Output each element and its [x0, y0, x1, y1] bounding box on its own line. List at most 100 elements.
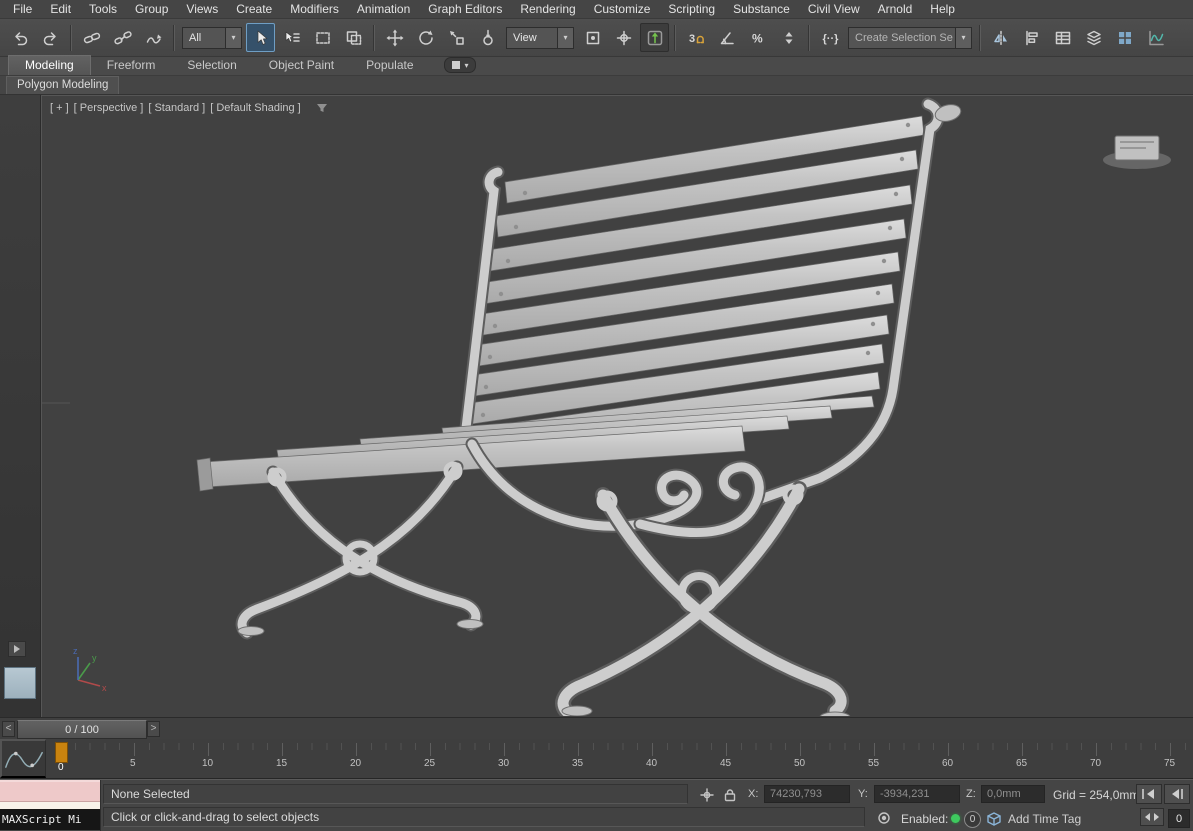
- filter-funnel-icon[interactable]: [316, 103, 328, 113]
- z-coordinate-field[interactable]: 0,0mm: [981, 785, 1045, 803]
- timeline-current-frame-marker[interactable]: [55, 742, 68, 763]
- ruler-tick-label: 5: [130, 758, 136, 769]
- select-and-rotate-button[interactable]: [411, 23, 440, 52]
- bind-to-space-warp-button[interactable]: [139, 23, 168, 52]
- mini-curve-editor-button[interactable]: [0, 739, 46, 778]
- named-selection-set-value: Create Selection Se: [855, 31, 953, 44]
- menu-modifiers[interactable]: Modifiers: [281, 1, 348, 17]
- time-slider-handle[interactable]: 0 / 100: [17, 720, 147, 739]
- menu-views[interactable]: Views: [177, 1, 227, 17]
- previous-frame-button[interactable]: <: [2, 721, 15, 737]
- reference-coordinate-dropdown[interactable]: View ▾: [506, 26, 574, 49]
- left-right-arrows-icon: [1145, 813, 1159, 821]
- menu-tools[interactable]: Tools: [80, 1, 126, 17]
- selection-filter-dropdown[interactable]: All ▾: [182, 26, 242, 49]
- previous-key-button[interactable]: [1164, 784, 1190, 804]
- ribbon-tab-populate[interactable]: Populate: [350, 56, 429, 75]
- time-tag-cube-button[interactable]: [984, 809, 1004, 829]
- x-coordinate-value: 74230,793: [770, 788, 822, 800]
- isolate-selection-button[interactable]: [697, 785, 717, 805]
- bench-3d-model[interactable]: x y z: [42, 96, 1193, 716]
- menu-help[interactable]: Help: [921, 1, 964, 17]
- status-badge-zero[interactable]: 0: [964, 811, 981, 828]
- time-tag-menu-button[interactable]: [874, 808, 894, 828]
- unlink-selection-button[interactable]: [108, 23, 137, 52]
- edit-named-selection-sets-button[interactable]: {··}: [815, 23, 844, 52]
- selection-lock-button[interactable]: [720, 785, 740, 805]
- select-by-name-button[interactable]: [277, 23, 306, 52]
- select-object-button[interactable]: [246, 23, 275, 52]
- angle-snap-button[interactable]: [712, 23, 741, 52]
- subtab-polygon-modeling[interactable]: Polygon Modeling: [6, 76, 120, 94]
- ribbon-tab-modeling[interactable]: Modeling: [8, 55, 91, 75]
- ruler-tick-label: 40: [646, 758, 658, 769]
- mirror-button[interactable]: [986, 23, 1015, 52]
- curve-editor-button[interactable]: [1141, 23, 1170, 52]
- menu-rendering[interactable]: Rendering: [511, 1, 584, 17]
- spinner-snap-button[interactable]: [774, 23, 803, 52]
- menu-graph-editors[interactable]: Graph Editors: [419, 1, 511, 17]
- x-coordinate-field[interactable]: 74230,793: [764, 785, 850, 803]
- scene-logo-object[interactable]: [1103, 135, 1171, 169]
- menu-create[interactable]: Create: [227, 1, 281, 17]
- menu-file[interactable]: File: [4, 1, 41, 17]
- viewport-menu-pov[interactable]: [ Perspective ]: [74, 102, 144, 114]
- material-swatch[interactable]: [4, 667, 36, 699]
- align-button[interactable]: [1017, 23, 1046, 52]
- viewport-menu-shading[interactable]: [ Default Shading ]: [210, 102, 301, 114]
- ribbon-tab-freeform[interactable]: Freeform: [91, 56, 172, 75]
- undo-button[interactable]: [5, 23, 34, 52]
- perspective-viewport[interactable]: [ + ] [ Perspective ] [ Standard ] [ Def…: [41, 95, 1193, 717]
- maxscript-macro-line[interactable]: [0, 780, 100, 802]
- menu-substance[interactable]: Substance: [724, 1, 799, 17]
- select-and-manipulate-button[interactable]: [609, 23, 638, 52]
- ruler-tick-label: 75: [1164, 758, 1176, 769]
- ribbon-tab-object-paint[interactable]: Object Paint: [253, 56, 350, 75]
- svg-text:x: x: [102, 683, 107, 693]
- rectangular-selection-region-button[interactable]: [308, 23, 337, 52]
- ruler-tick-label: 25: [424, 758, 436, 769]
- current-frame-field[interactable]: 0: [1168, 809, 1190, 828]
- snap-toggle-3d-button[interactable]: 3: [681, 23, 710, 52]
- time-slider-track[interactable]: < 0 / 100 >: [0, 717, 1193, 739]
- redo-button[interactable]: [36, 23, 65, 52]
- ribbon-tab-selection[interactable]: Selection: [171, 56, 252, 75]
- y-coordinate-field[interactable]: -3934,231: [874, 785, 960, 803]
- svg-text:y: y: [92, 653, 97, 663]
- menu-scripting[interactable]: Scripting: [659, 1, 724, 17]
- menu-arnold[interactable]: Arnold: [869, 1, 922, 17]
- menu-civil-view[interactable]: Civil View: [799, 1, 869, 17]
- select-and-scale-button[interactable]: [442, 23, 471, 52]
- frame-nav-button[interactable]: [1140, 808, 1164, 826]
- ribbon-config-button[interactable]: ▾: [443, 57, 476, 73]
- add-time-tag-label[interactable]: Add Time Tag: [1008, 812, 1081, 826]
- toggle-scene-explorer-button[interactable]: [1048, 23, 1077, 52]
- menu-group[interactable]: Group: [126, 1, 177, 17]
- toggle-ribbon-button[interactable]: [1110, 23, 1139, 52]
- viewport-menu-general[interactable]: [ + ]: [50, 102, 69, 114]
- percent-snap-button[interactable]: %: [743, 23, 772, 52]
- select-and-move-button[interactable]: [380, 23, 409, 52]
- maxscript-listener-line[interactable]: [0, 802, 100, 809]
- timeline-ruler[interactable]: 0 5 10 15 20 25 30 35 40 45 50 55 60 65 …: [0, 739, 1193, 779]
- maxscript-mini-listener[interactable]: MAXScript Mi: [0, 780, 101, 831]
- toggle-layer-explorer-button[interactable]: [1079, 23, 1108, 52]
- rotate-icon: [418, 30, 433, 45]
- scale-icon: [449, 30, 464, 45]
- curve-editor-icon: [1148, 30, 1164, 45]
- named-selection-set-dropdown[interactable]: Create Selection Se ▾: [848, 26, 972, 49]
- ruler-tick-label: 15: [276, 758, 288, 769]
- window-crossing-toggle-button[interactable]: [339, 23, 368, 52]
- toolbar-separator: [979, 24, 981, 51]
- go-to-start-button[interactable]: [1136, 784, 1162, 804]
- next-frame-button[interactable]: >: [147, 721, 160, 737]
- use-pivot-center-button[interactable]: [578, 23, 607, 52]
- keyboard-shortcut-override-button[interactable]: [640, 23, 669, 52]
- menu-edit[interactable]: Edit: [41, 1, 80, 17]
- menu-customize[interactable]: Customize: [585, 1, 660, 17]
- menu-animation[interactable]: Animation: [348, 1, 419, 17]
- select-and-link-button[interactable]: [77, 23, 106, 52]
- panel-expand-button[interactable]: [8, 641, 26, 657]
- select-and-place-button[interactable]: [473, 23, 502, 52]
- viewport-menu-renderer[interactable]: [ Standard ]: [148, 102, 205, 114]
